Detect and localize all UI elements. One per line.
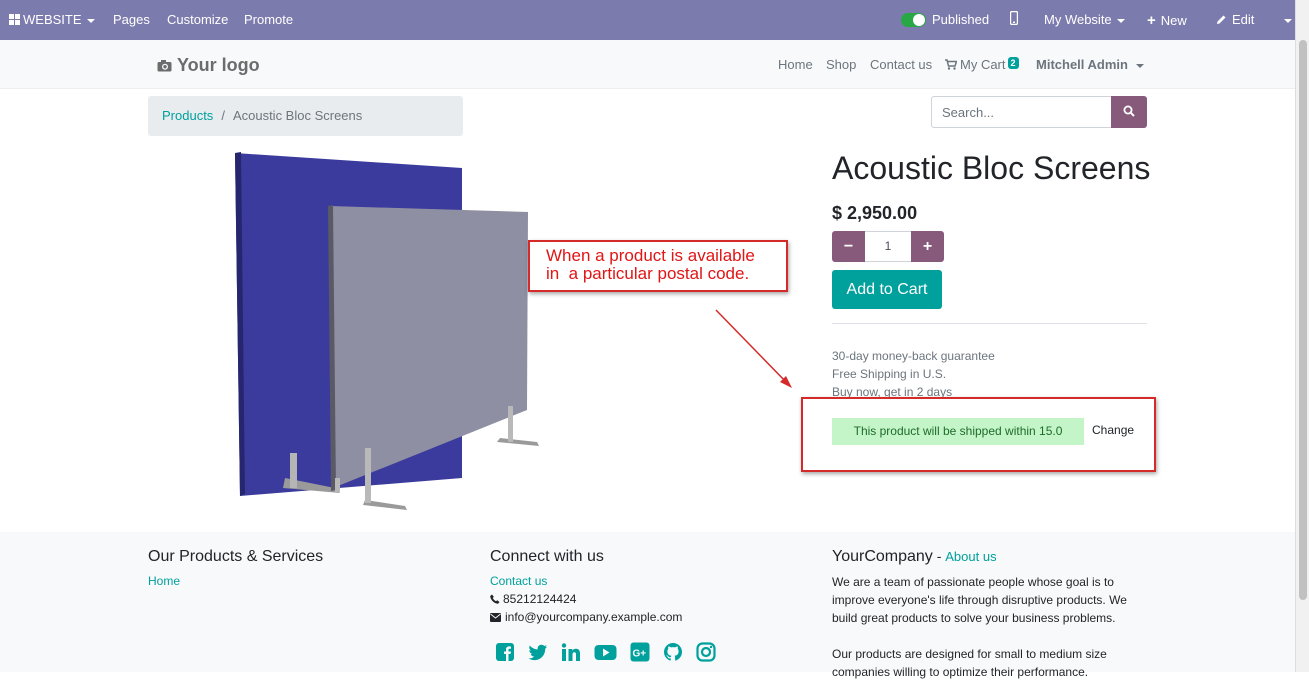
quantity-stepper: − 1 + (832, 231, 944, 262)
mobile-icon (1009, 10, 1019, 26)
svg-text:G+: G+ (633, 649, 647, 660)
nav-my-cart[interactable]: My Cart 2 (945, 57, 1019, 72)
twitter-icon[interactable] (528, 642, 548, 662)
product-price: $ 2,950.00 (832, 203, 918, 223)
search-icon (1123, 105, 1135, 117)
breadcrumb-products[interactable]: Products (162, 108, 213, 123)
nav-shop[interactable]: Shop (826, 57, 856, 72)
search-button[interactable] (1111, 96, 1147, 128)
edit-button[interactable]: Edit (1216, 12, 1254, 27)
phone-number: 85212124424 (503, 592, 577, 606)
nav-contact-us[interactable]: Contact us (870, 57, 932, 72)
quantity-increase-button[interactable]: + (911, 231, 944, 262)
plus-icon: + (922, 237, 933, 255)
footer-products-title: Our Products & Services (148, 548, 324, 565)
guarantee-item: Free Shipping in U.S. (832, 367, 947, 381)
company-name: YourCompany (832, 548, 933, 565)
promote-menu[interactable]: Promote (244, 12, 293, 27)
quantity-decrease-button[interactable]: − (832, 231, 865, 262)
footer-connect-title: Connect with us (490, 548, 604, 565)
guarantee-item: 30-day money-back guarantee (832, 349, 995, 363)
apps-grid-icon (9, 14, 20, 25)
new-button[interactable]: + New (1147, 12, 1187, 29)
website-menu[interactable]: WEBSITE (9, 12, 95, 27)
footer-email: info@yourcompany.example.com (490, 610, 682, 624)
email-address: info@yourcompany.example.com (505, 610, 683, 624)
minus-icon: − (843, 237, 854, 255)
cart-count-badge: 2 (1007, 57, 1019, 69)
cart-label: My Cart (960, 57, 1006, 72)
my-website-menu[interactable]: My Website (1044, 12, 1125, 27)
search-input[interactable] (931, 96, 1112, 128)
edit-label: Edit (1232, 12, 1255, 27)
plus-icon: + (1147, 12, 1156, 29)
instagram-icon[interactable] (696, 642, 716, 662)
pages-menu[interactable]: Pages (113, 12, 150, 27)
facebook-icon[interactable] (495, 642, 515, 662)
page-scrollbar[interactable] (1295, 0, 1309, 672)
published-label: Published (932, 12, 990, 27)
google-plus-icon[interactable]: G+ (630, 642, 650, 662)
site-header: Your logo Home Shop Contact us My Cart 2 … (0, 40, 1295, 89)
site-logo[interactable]: Your logo (157, 55, 260, 76)
caret-down-icon (1135, 63, 1144, 68)
quantity-input[interactable]: 1 (865, 231, 911, 262)
linkedin-icon[interactable] (561, 642, 581, 662)
nav-home[interactable]: Home (778, 57, 813, 72)
footer: Our Products & Services Home Connect wit… (0, 532, 1295, 679)
caret-down-icon (1116, 18, 1125, 23)
product-title: Acoustic Bloc Screens (832, 150, 1151, 186)
user-name: Mitchell Admin (1036, 57, 1128, 72)
website-menu-label: WEBSITE (23, 12, 82, 27)
scrollbar-thumb[interactable] (1299, 40, 1307, 600)
about-paragraph-2: Our products are designed for small to m… (832, 647, 1107, 679)
pencil-icon (1217, 15, 1226, 24)
customize-menu[interactable]: Customize (167, 12, 228, 27)
annotation-text: When a product is available in a particu… (546, 246, 755, 283)
new-label: New (1160, 13, 1187, 28)
phone-icon (490, 594, 500, 604)
caret-down-icon (1284, 18, 1292, 23)
breadcrumb-current: Acoustic Bloc Screens (232, 108, 363, 123)
divider (832, 323, 1147, 324)
cart-icon (945, 59, 958, 70)
annotation-box: When a product is available in a particu… (528, 240, 788, 292)
footer-company-title: YourCompany - About us (832, 548, 997, 566)
product-image[interactable] (225, 148, 555, 513)
logo-text: Your logo (177, 55, 260, 75)
youtube-icon[interactable] (594, 642, 617, 662)
footer-contact-link[interactable]: Contact us (490, 574, 547, 588)
annotation-arrow-icon (715, 309, 792, 388)
my-website-label: My Website (1044, 12, 1112, 27)
footer-phone: 85212124424 (490, 592, 576, 606)
camera-icon (157, 60, 172, 72)
title-dash: - (932, 548, 946, 564)
shipping-highlight-box (801, 397, 1156, 472)
about-paragraph: We are a team of passionate people whose… (832, 575, 1127, 625)
envelope-icon (490, 613, 501, 622)
breadcrumb: Products / Acoustic Bloc Screens (148, 96, 463, 136)
breadcrumb-separator: / (221, 108, 225, 123)
admin-dropdown-toggle[interactable] (1279, 12, 1292, 27)
github-icon[interactable] (663, 642, 683, 662)
admin-bar: WEBSITE Pages Customize Promote Publishe… (0, 0, 1295, 40)
add-to-cart-button[interactable]: Add to Cart (832, 270, 942, 309)
about-us-link[interactable]: About us (945, 549, 996, 564)
caret-down-icon (86, 18, 95, 23)
footer-home-link[interactable]: Home (148, 574, 180, 588)
published-toggle[interactable] (901, 13, 926, 27)
guarantee-list: 30-day money-back guarantee Free Shippin… (832, 347, 995, 401)
mobile-preview-button[interactable] (1009, 10, 1019, 28)
user-menu[interactable]: Mitchell Admin (1036, 57, 1144, 72)
